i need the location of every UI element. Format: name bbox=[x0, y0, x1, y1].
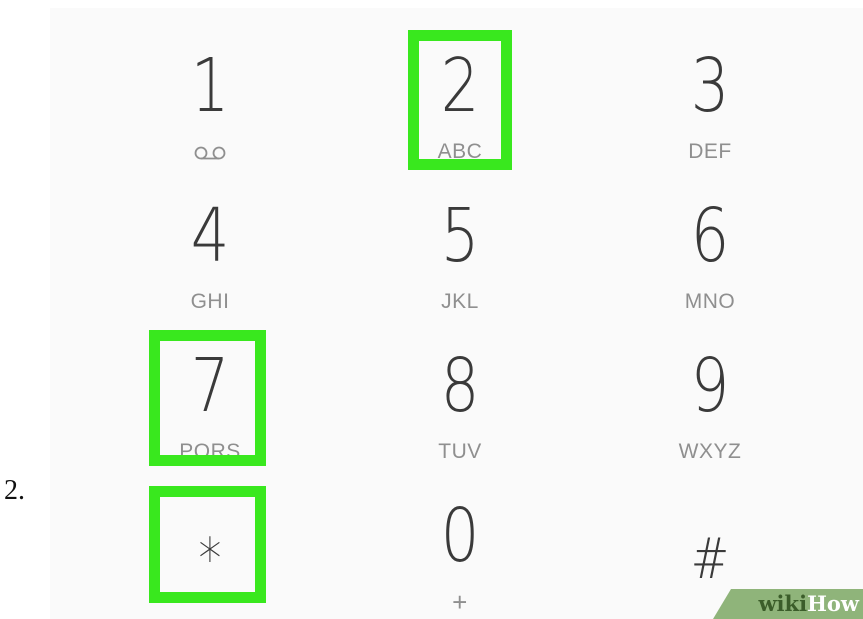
key-8[interactable]: 8 TUV bbox=[390, 328, 530, 478]
key-digit: 7 bbox=[190, 343, 230, 429]
logo-how: How bbox=[807, 591, 859, 616]
wikihow-logo: wikiHow bbox=[703, 579, 863, 619]
key-letters: DEF bbox=[688, 140, 732, 163]
key-digit: 0 bbox=[440, 493, 480, 579]
key-letters: MNO bbox=[684, 290, 736, 313]
key-digit: 8 bbox=[440, 343, 480, 429]
dialpad: 1 2 ABC 3 DEF 4 GHI 5 JKL 6 MNO 7 PQRS 8… bbox=[50, 8, 863, 619]
key-letters: TUV bbox=[438, 440, 482, 463]
key-digit: 4 bbox=[190, 193, 230, 279]
step-number: 2. bbox=[4, 475, 25, 506]
key-digit: 3 bbox=[690, 43, 730, 129]
key-digit: 1 bbox=[190, 43, 230, 129]
key-5[interactable]: 5 JKL bbox=[390, 178, 530, 328]
key-letters: GHI bbox=[190, 290, 230, 313]
key-letters: WXYZ bbox=[678, 440, 742, 463]
key-letters: PQRS bbox=[179, 440, 241, 463]
key-9[interactable]: 9 WXYZ bbox=[640, 328, 780, 478]
key-6[interactable]: 6 MNO bbox=[640, 178, 780, 328]
key-digit: 6 bbox=[690, 193, 730, 279]
key-digit: * bbox=[198, 527, 222, 592]
key-1[interactable]: 1 bbox=[140, 28, 280, 178]
key-7[interactable]: 7 PQRS bbox=[140, 328, 280, 478]
key-digit: 2 bbox=[440, 43, 480, 129]
key-letters: + bbox=[452, 587, 468, 617]
key-digit: 9 bbox=[690, 343, 730, 429]
key-0[interactable]: 0 + bbox=[390, 478, 530, 619]
logo-wiki: wiki bbox=[758, 591, 808, 616]
key-star[interactable]: * bbox=[140, 478, 280, 619]
key-2[interactable]: 2 ABC bbox=[390, 28, 530, 178]
key-letters: ABC bbox=[437, 140, 483, 163]
key-4[interactable]: 4 GHI bbox=[140, 178, 280, 328]
key-3[interactable]: 3 DEF bbox=[640, 28, 780, 178]
voicemail-icon bbox=[194, 146, 226, 160]
logo-text: wikiHow bbox=[758, 592, 859, 616]
key-digit: 5 bbox=[440, 193, 480, 279]
key-letters: JKL bbox=[441, 290, 479, 313]
